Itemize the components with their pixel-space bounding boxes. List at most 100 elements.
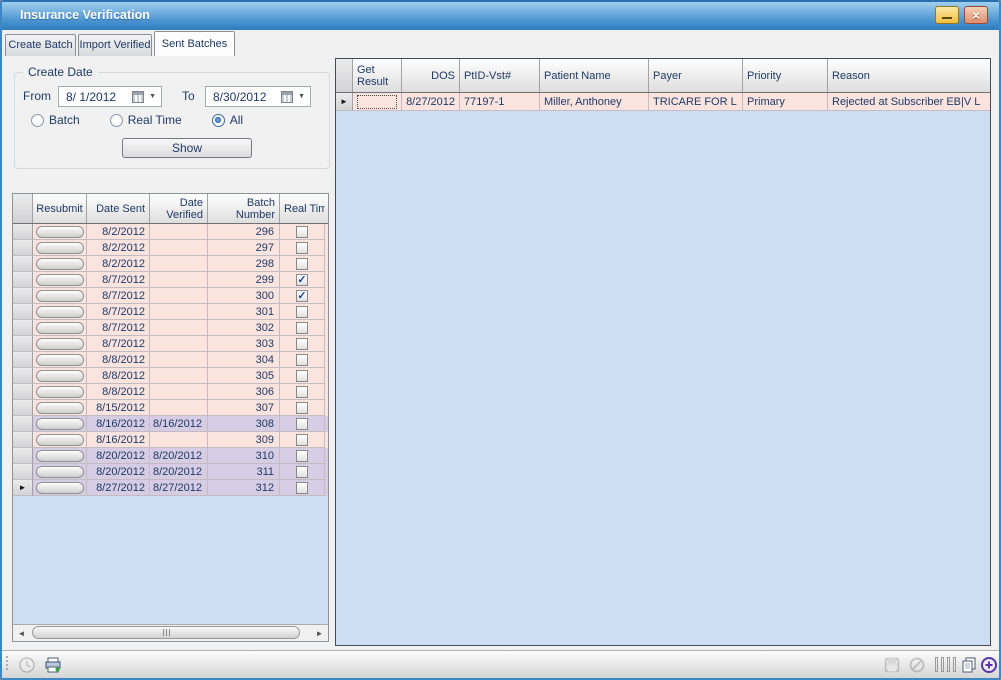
resubmit-button[interactable] bbox=[36, 354, 84, 366]
real-time-checkbox[interactable] bbox=[296, 306, 308, 318]
real-time-checkbox[interactable] bbox=[296, 370, 308, 382]
save-icon[interactable] bbox=[883, 656, 901, 674]
batch-row[interactable]: 8/7/2012302 bbox=[13, 320, 328, 336]
show-button[interactable]: Show bbox=[122, 138, 252, 158]
real-time-checkbox[interactable] bbox=[296, 226, 308, 238]
real-time-checkbox[interactable] bbox=[296, 466, 308, 478]
resubmit-button[interactable] bbox=[36, 434, 84, 446]
result-row[interactable]: ►8/27/201277197-1Miller, AnthoneyTRICARE… bbox=[336, 93, 990, 111]
batch-row[interactable]: 8/7/2012301 bbox=[13, 304, 328, 320]
scroll-right-icon[interactable]: ► bbox=[311, 625, 328, 641]
batch-row[interactable]: 8/7/2012303 bbox=[13, 336, 328, 352]
real-time-checkbox[interactable]: ✓ bbox=[296, 274, 308, 286]
real-time-checkbox[interactable] bbox=[296, 386, 308, 398]
row-selector[interactable] bbox=[13, 464, 33, 480]
col-payer[interactable]: Payer bbox=[649, 59, 743, 92]
resubmit-button[interactable] bbox=[36, 290, 84, 302]
real-time-checkbox[interactable] bbox=[296, 434, 308, 446]
get-result-button[interactable] bbox=[357, 95, 397, 109]
resubmit-button[interactable] bbox=[36, 450, 84, 462]
clock-icon[interactable] bbox=[18, 656, 36, 674]
batch-row[interactable]: 8/20/20128/20/2012310 bbox=[13, 448, 328, 464]
col-resubmit[interactable]: Resubmit bbox=[33, 194, 87, 223]
batch-row[interactable]: 8/2/2012298 bbox=[13, 256, 328, 272]
resubmit-button[interactable] bbox=[36, 338, 84, 350]
col-priority[interactable]: Priority bbox=[743, 59, 828, 92]
real-time-checkbox[interactable] bbox=[296, 322, 308, 334]
row-selector[interactable] bbox=[13, 416, 33, 432]
radio-real-time[interactable]: Real Time bbox=[110, 113, 182, 127]
row-selector[interactable] bbox=[13, 352, 33, 368]
batch-row[interactable]: 8/8/2012306 bbox=[13, 384, 328, 400]
real-time-checkbox[interactable] bbox=[296, 258, 308, 270]
row-selector[interactable] bbox=[13, 224, 33, 240]
resubmit-button[interactable] bbox=[36, 258, 84, 270]
tab-create-batch[interactable]: Create Batch bbox=[5, 34, 76, 56]
resubmit-button[interactable] bbox=[36, 306, 84, 318]
row-selector[interactable] bbox=[13, 368, 33, 384]
horizontal-scrollbar[interactable]: ◄ ► bbox=[13, 624, 328, 641]
to-date-picker[interactable]: 8/30/2012 ▼ bbox=[205, 86, 311, 107]
close-button[interactable]: × bbox=[964, 6, 988, 24]
batch-row[interactable]: ►8/27/20128/27/2012312 bbox=[13, 480, 328, 496]
resubmit-button[interactable] bbox=[36, 402, 84, 414]
batch-row[interactable]: 8/7/2012299✓ bbox=[13, 272, 328, 288]
resubmit-button[interactable] bbox=[36, 226, 84, 238]
scrollbar-track[interactable] bbox=[30, 625, 311, 641]
cancel-icon[interactable] bbox=[908, 656, 926, 674]
col-patient-name[interactable]: Patient Name bbox=[540, 59, 649, 92]
row-selector[interactable] bbox=[13, 432, 33, 448]
real-time-checkbox[interactable] bbox=[296, 482, 308, 494]
minimize-button[interactable] bbox=[935, 6, 959, 24]
col-date-sent[interactable]: Date Sent bbox=[87, 194, 150, 223]
batch-row[interactable]: 8/2/2012296 bbox=[13, 224, 328, 240]
copy-icon[interactable] bbox=[960, 656, 978, 674]
tab-sent-batches[interactable]: Sent Batches bbox=[154, 31, 235, 56]
toolbar-grip[interactable] bbox=[6, 656, 8, 670]
batch-row[interactable]: 8/2/2012297 bbox=[13, 240, 328, 256]
row-selector[interactable] bbox=[13, 320, 33, 336]
row-selector[interactable] bbox=[13, 384, 33, 400]
scrollbar-thumb[interactable] bbox=[32, 626, 300, 639]
printer-icon[interactable] bbox=[44, 656, 62, 674]
resubmit-button[interactable] bbox=[36, 322, 84, 334]
resubmit-button[interactable] bbox=[36, 482, 84, 494]
add-icon[interactable] bbox=[980, 656, 998, 674]
scroll-left-icon[interactable]: ◄ bbox=[13, 625, 30, 641]
real-time-checkbox[interactable] bbox=[296, 242, 308, 254]
row-selector[interactable] bbox=[13, 240, 33, 256]
row-selector[interactable] bbox=[13, 304, 33, 320]
col-date-verified[interactable]: Date Verified bbox=[150, 194, 208, 223]
batch-row[interactable]: 8/20/20128/20/2012311 bbox=[13, 464, 328, 480]
resubmit-button[interactable] bbox=[36, 386, 84, 398]
resubmit-button[interactable] bbox=[36, 466, 84, 478]
batch-row[interactable]: 8/16/2012309 bbox=[13, 432, 328, 448]
batch-row[interactable]: 8/8/2012305 bbox=[13, 368, 328, 384]
titlebar[interactable]: Insurance Verification × bbox=[2, 0, 999, 30]
row-selector[interactable] bbox=[13, 256, 33, 272]
tab-import-verified[interactable]: Import Verified bbox=[78, 34, 152, 56]
row-selector[interactable]: ► bbox=[336, 93, 353, 111]
col-dos[interactable]: DOS bbox=[402, 59, 460, 92]
radio-batch[interactable]: Batch bbox=[31, 113, 80, 127]
radio-all[interactable]: All bbox=[212, 113, 243, 127]
resubmit-button[interactable] bbox=[36, 370, 84, 382]
batch-row[interactable]: 8/7/2012300✓ bbox=[13, 288, 328, 304]
col-batch-number[interactable]: Batch Number bbox=[208, 194, 280, 223]
batch-row[interactable]: 8/15/2012307 bbox=[13, 400, 328, 416]
col-get-result[interactable]: Get Result bbox=[353, 59, 402, 92]
from-date-picker[interactable]: 8/ 1/2012 ▼ bbox=[58, 86, 162, 107]
resubmit-button[interactable] bbox=[36, 242, 84, 254]
row-selector[interactable] bbox=[13, 272, 33, 288]
row-selector[interactable] bbox=[13, 288, 33, 304]
row-selector[interactable] bbox=[13, 448, 33, 464]
real-time-checkbox[interactable] bbox=[296, 338, 308, 350]
real-time-checkbox[interactable] bbox=[296, 450, 308, 462]
row-selector[interactable]: ► bbox=[13, 480, 33, 496]
row-selector[interactable] bbox=[13, 400, 33, 416]
col-real-time[interactable]: Real Time bbox=[280, 194, 325, 223]
col-ptid-vst[interactable]: PtID-Vst# bbox=[460, 59, 540, 92]
resubmit-button[interactable] bbox=[36, 274, 84, 286]
batch-row[interactable]: 8/16/20128/16/2012308 bbox=[13, 416, 328, 432]
row-selector[interactable] bbox=[13, 336, 33, 352]
